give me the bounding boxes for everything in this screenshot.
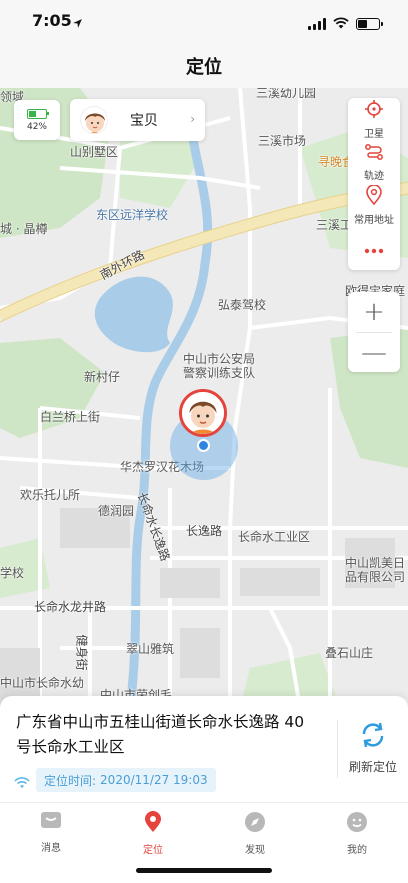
tab-label: 发现 [245,845,265,856]
track-label: 轨迹 [364,171,384,182]
map-label: 德润园 [98,504,135,518]
favorite-address-button[interactable]: 常用地址 [348,184,400,227]
nav-bar: 定位 [0,44,408,88]
map-label: 白兰桥上街 [40,410,101,424]
profile-icon [346,811,368,837]
favorite-address-label: 常用地址 [354,215,394,226]
map-label: 三溪工 [316,218,353,232]
child-name: 宝贝 [130,113,158,129]
zoom-out-button[interactable]: — [348,333,400,373]
refresh-location-button[interactable]: 刷新定位 [342,718,404,778]
location-pin-icon [144,811,162,837]
refresh-icon [359,722,387,752]
tab-messages[interactable]: 消息 [0,803,102,883]
map-label: 三溪幼儿园 [256,88,317,100]
map-label: 中山市长命水幼 [0,676,85,690]
map-label: 翠山雅筑 [126,642,175,656]
page-title: 定位 [186,57,222,78]
location-dot [197,439,210,452]
tab-label: 消息 [41,843,61,854]
location-arrow-icon [72,14,83,33]
wifi-icon [333,14,349,33]
address-text: 广东省中山市五桂山街道长命水长逸路 40号长命水工业区 [16,713,305,756]
map-label: 叠石山庄 [325,646,374,660]
avatar [80,106,108,134]
refresh-divider [337,720,338,778]
map-label: 三溪市场 [258,134,307,148]
map-label: 弘泰驾校 [218,298,267,312]
chevron-right-icon: › [190,112,195,126]
battery-percent: 42% [26,121,47,132]
satellite-label: 卫星 [364,129,384,140]
cellular-signal-icon [308,17,326,30]
map-label: 警察训练支队 [183,366,256,380]
status-time: 7:05 [32,11,72,30]
map-label: 品有限公司 [345,570,406,584]
map-label: 长命水工业区 [238,530,311,544]
map-label: 城 · 晶樽 [0,222,48,236]
compass-icon [244,811,266,837]
more-icon [364,239,384,258]
location-time-value: 2020/11/27 19:03 [100,773,208,787]
track-button[interactable]: 轨迹 [348,141,400,184]
location-time-badge: 定位时间: 2020/11/27 19:03 [36,768,216,792]
map-label: 新村仔 [84,370,121,384]
child-location-marker[interactable] [179,389,227,437]
map-label: 健身街 [74,634,89,671]
map-label: 长命水龙井路 [34,600,107,614]
message-icon [40,811,62,835]
status-icons [308,14,383,33]
satellite-button[interactable]: 卫星 [348,98,400,141]
map-label: 欢乐托儿所 [20,488,81,502]
battery-icon [27,108,49,119]
refresh-label: 刷新定位 [348,759,397,774]
map-label: 长逸路 [186,524,223,538]
tab-label: 定位 [143,845,163,856]
track-icon [364,143,384,165]
status-bar: 7:05 [0,0,408,44]
map-label: 学校 [0,566,25,580]
child-selector[interactable]: 宝贝 › [70,99,205,141]
tab-label: 我的 [347,845,367,856]
tab-profile[interactable]: 我的 [306,803,408,883]
location-time-label: 定位时间: [44,773,97,788]
map-label: 山别墅区 [70,145,119,159]
wifi-location-icon [14,774,30,793]
more-button[interactable] [348,227,400,270]
zoom-controls: + — [348,292,400,372]
home-indicator [136,868,272,873]
map-label: 东区远洋学校 [96,208,169,222]
satellite-icon [364,99,384,123]
battery-status-icon [356,17,383,30]
location-pin-icon [366,184,382,209]
device-battery-card: 42% [14,100,60,140]
map-tools-panel: 卫星 轨迹 常用地址 [348,98,400,270]
zoom-in-button[interactable]: + [348,292,400,332]
